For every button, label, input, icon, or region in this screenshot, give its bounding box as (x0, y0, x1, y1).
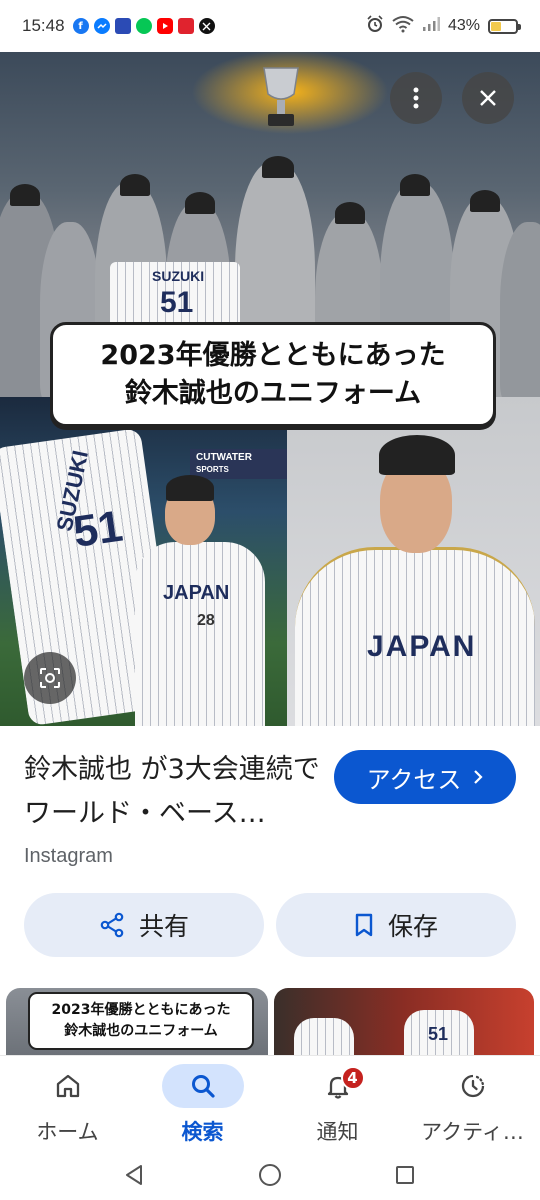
bookmark-icon (355, 913, 373, 937)
app-icon (177, 18, 194, 34)
nav-notifications-label: 通知 (316, 1120, 359, 1144)
alarm-icon (366, 14, 384, 38)
status-time: 15:48 (22, 16, 65, 35)
more-vert-icon (413, 87, 419, 109)
line-icon (135, 18, 152, 34)
search-icon-wrap (161, 1064, 244, 1108)
held-jersey-top-name: SUZUKI (152, 268, 205, 284)
player-cap (166, 475, 214, 501)
portrait-jersey: JAPAN (295, 547, 535, 726)
youtube-icon (156, 18, 173, 34)
bottom-navigation: ホーム 検索 4 通知 アクティ… (0, 1056, 540, 1150)
thumb2-jersey: 51 (404, 1010, 474, 1056)
lens-icon (40, 668, 60, 688)
back-icon (126, 1165, 142, 1185)
activity-icon-wrap (432, 1064, 514, 1108)
home-icon-wrap (27, 1064, 109, 1108)
status-right: 43% (366, 14, 521, 38)
nav-search-label: 検索 (181, 1120, 224, 1144)
ad-text: CUTWATER (196, 452, 252, 463)
lens-button[interactable] (24, 652, 76, 704)
access-button[interactable]: アクセス (334, 750, 516, 804)
recents-button[interactable] (385, 1158, 425, 1192)
battery-tip (518, 23, 521, 30)
thumb1-caption-line2: 鈴木誠也のユニフォーム (64, 1023, 218, 1039)
nav-activity-label: アクティ… (421, 1120, 524, 1144)
trophy-graphic (263, 67, 299, 126)
nav-search[interactable]: 検索 (135, 1056, 270, 1150)
messenger-icon (93, 18, 110, 34)
thumb2-player (294, 1018, 354, 1056)
bell-icon-wrap: 4 (297, 1064, 379, 1108)
nav-activity[interactable]: アクティ… (405, 1056, 540, 1150)
result-source: Instagram (24, 845, 113, 867)
battery-percent: 43% (447, 17, 480, 34)
close-button[interactable] (462, 72, 514, 124)
share-label: 共有 (138, 912, 189, 941)
portrait-jersey-text: JAPAN (367, 630, 477, 663)
nav-home-label: ホーム (36, 1120, 99, 1144)
result-title[interactable]: 鈴木誠也 が3大会連続でワールド・ベース… (24, 748, 324, 836)
thumb1-caption: 2023年優勝とともにあった 鈴木誠也のユニフォーム (28, 992, 254, 1050)
chevron-right-icon (474, 770, 483, 784)
image-caption-line1: 2023年優勝とともにあった (100, 339, 446, 371)
status-bar: 15:48 f 43% (0, 0, 540, 52)
held-jersey-top-number: 51 (160, 286, 194, 319)
player-number: 28 (197, 612, 215, 629)
recents-icon (396, 1166, 414, 1184)
more-options-button[interactable] (390, 72, 442, 124)
x-icon (198, 18, 215, 34)
nav-notifications[interactable]: 4 通知 (270, 1056, 405, 1150)
thumb2-jersey-number: 51 (428, 1024, 449, 1044)
home-icon (56, 1074, 79, 1098)
portrait-photo: JAPAN (287, 397, 540, 726)
save-label: 保存 (387, 912, 438, 941)
facebook-icon: f (72, 18, 89, 34)
thumb1-caption-line1: 2023年優勝とともにあった (51, 1002, 231, 1018)
held-jersey-number: 51 (70, 501, 126, 557)
related-thumbnail-2[interactable]: 51 (274, 988, 534, 1056)
circle-home-icon (259, 1164, 281, 1186)
news-icon (114, 18, 131, 34)
laughing-player: JAPAN 28 (135, 542, 265, 726)
signal-icon (422, 16, 440, 37)
search-icon (191, 1075, 215, 1098)
access-label: アクセス (366, 765, 462, 794)
wifi-icon (392, 15, 414, 38)
image-viewer[interactable]: SUZUKI 51 CUTWATER SPORTS SUZUKI 51 JAPA… (0, 52, 540, 726)
activity-icon (461, 1074, 484, 1098)
image-caption-line2: 鈴木誠也のユニフォーム (124, 377, 422, 409)
related-thumbnail-1[interactable]: 2023年優勝とともにあった 鈴木誠也のユニフォーム (6, 988, 268, 1056)
battery-icon (488, 18, 521, 34)
nav-home[interactable]: ホーム (0, 1056, 135, 1150)
close-icon (480, 90, 496, 106)
home-system-button[interactable] (250, 1158, 290, 1192)
save-button[interactable]: 保存 (276, 893, 516, 957)
stadium-ad: CUTWATER SPORTS (190, 449, 287, 479)
back-button[interactable] (114, 1158, 154, 1192)
ad-sub-text: SPORTS (196, 465, 229, 474)
system-navigation (0, 1150, 540, 1200)
portrait-cap (379, 435, 455, 475)
share-button[interactable]: 共有 (24, 893, 264, 957)
player-jersey-text: JAPAN (163, 582, 230, 604)
share-icon (100, 912, 124, 938)
notification-badge: 4 (340, 1066, 365, 1090)
image-caption: 2023年優勝とともにあった 鈴木誠也のユニフォーム (50, 322, 496, 427)
battery-level (491, 21, 502, 31)
